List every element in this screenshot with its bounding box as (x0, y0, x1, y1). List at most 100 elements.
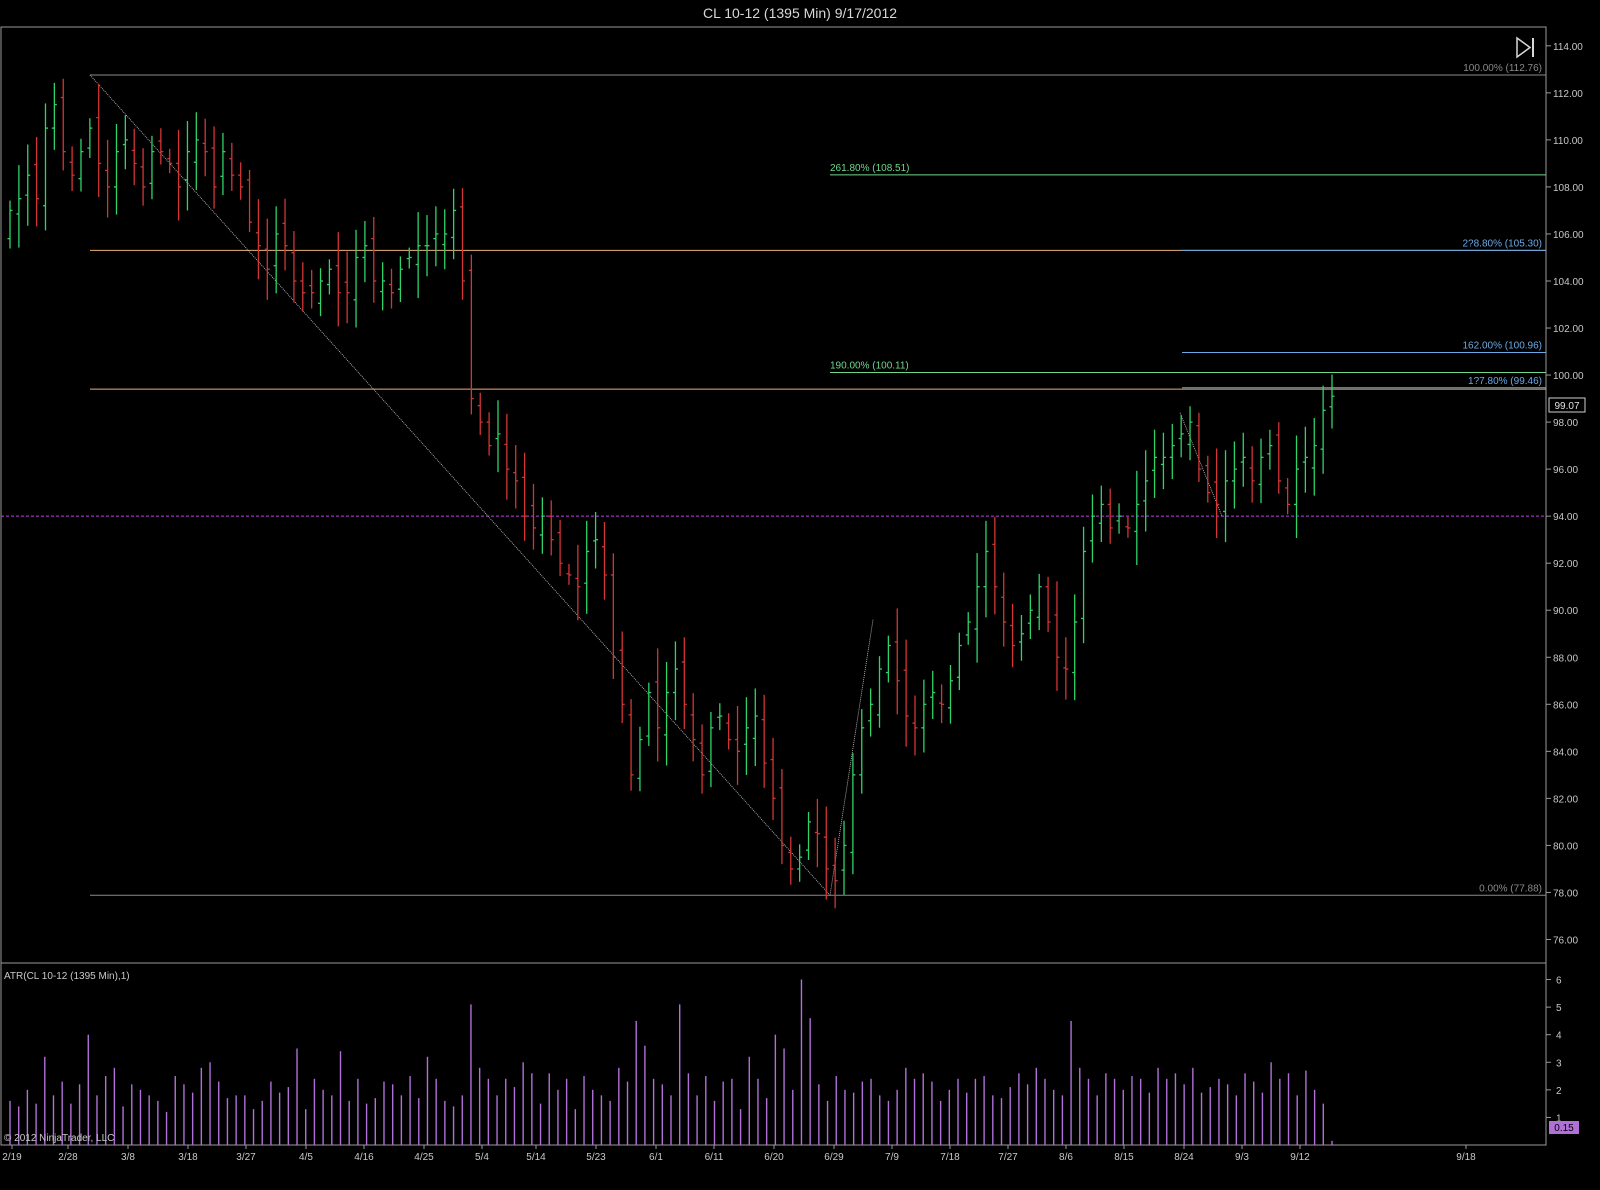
copyright-label: © 2012 NinjaTrader, LLC (4, 1133, 114, 1144)
ohlc-bar (717, 703, 723, 731)
ohlc-bar (947, 664, 953, 724)
price-chart[interactable]: 100.00% (112.76) 261.80% (108.51) 2?8.80% … (0, 0, 1600, 1190)
ohlc-bar (1027, 594, 1033, 639)
ohlc-bar (87, 118, 93, 158)
time-tick-label: 9/12 (1290, 1152, 1310, 1163)
ohlc-bar (566, 563, 572, 585)
ohlc-bar (211, 126, 217, 209)
ohlc-bar (601, 522, 607, 600)
ohlc-bar (1214, 448, 1220, 538)
time-tick-label: 7/9 (885, 1152, 899, 1163)
ohlc-bar (1302, 426, 1308, 493)
ohlc-bar (202, 118, 208, 177)
ohlc-bar (655, 648, 661, 762)
ohlc-bar (743, 697, 749, 775)
ohlc-bar (859, 709, 865, 794)
time-tick-label: 6/1 (649, 1152, 663, 1163)
price-tick-label: 100.00 (1553, 371, 1584, 382)
ohlc-bar (814, 798, 820, 868)
ohlc-bar (264, 218, 270, 300)
atr-axis: 654321 (1546, 976, 1562, 1124)
ohlc-bar (983, 520, 989, 618)
ohlc-bar (1267, 429, 1273, 470)
ohlc-bar (78, 138, 84, 192)
ohlc-bar (619, 631, 625, 724)
ohlc-bar (1249, 446, 1255, 503)
ohlc-bar (362, 221, 368, 283)
price-axis[interactable]: 114.00 112.00 110.00 108.00 106.00 104.00 102.… (1546, 42, 1584, 947)
ohlc-bar (770, 737, 776, 821)
ohlc-bar (158, 128, 164, 165)
ohlc-bar (868, 688, 874, 737)
ohlc-bar (459, 188, 465, 300)
atr-tick-label: 3 (1556, 1058, 1562, 1069)
ohlc-bar (105, 139, 111, 218)
time-axis[interactable]: 2/19 2/28 3/8 3/18 3/27 4/5 4/16 4/25 5/4 5/14 5/2… (2, 1145, 1476, 1163)
ohlc-bar (273, 206, 279, 294)
fib-label: 162.00% (100.96) (1462, 340, 1542, 351)
ohlc-bar (344, 251, 350, 324)
atr-tick-label: 6 (1556, 976, 1562, 987)
ohlc-bar (131, 128, 137, 186)
ohlc-bar (877, 656, 883, 728)
ohlc-bar (806, 812, 812, 860)
ohlc-bar (51, 82, 57, 150)
ohlc-bar (220, 132, 226, 196)
last-price-marker: 99.07 (1548, 397, 1586, 413)
price-tick-label: 84.00 (1553, 747, 1578, 758)
ohlc-bar (184, 121, 190, 211)
last-atr-marker: 0.15 (1549, 1121, 1579, 1134)
ohlc-bar (477, 392, 483, 435)
atr-tick-label: 4 (1556, 1031, 1562, 1042)
fib-label: 261.80% (108.51) (830, 163, 910, 174)
atr-bars (9, 979, 1333, 1145)
ohlc-bar (557, 519, 563, 577)
ohlc-bar (1311, 417, 1317, 496)
ohlc-bar (397, 256, 403, 303)
ohlc-bar (939, 684, 945, 724)
price-tick-label: 106.00 (1553, 230, 1584, 241)
ohlc-bar (513, 445, 519, 509)
time-tick-label: 2/28 (58, 1152, 78, 1163)
time-tick-label: 9/3 (1235, 1152, 1249, 1163)
ohlc-bar (1010, 603, 1016, 668)
price-tick-label: 110.00 (1553, 136, 1583, 147)
ohlc-bar (309, 269, 315, 309)
time-tick-label: 6/29 (824, 1152, 844, 1163)
ohlc-bar (335, 232, 341, 327)
fib-label: 100.00% (112.76) (1463, 63, 1542, 74)
skip-to-end-icon[interactable] (1516, 36, 1534, 59)
ohlc-bar (238, 162, 244, 200)
time-tick-label: 6/11 (705, 1152, 724, 1163)
ohlc-bar (1063, 637, 1069, 700)
ohlc-bar (1001, 572, 1007, 647)
ohlc-bar (530, 483, 536, 550)
ohlc-bar (699, 724, 705, 794)
ohlc-bar (1081, 526, 1087, 644)
ohlc-bars (7, 78, 1335, 909)
ohlc-bar (1205, 455, 1211, 503)
time-tick-label: 3/8 (121, 1152, 135, 1163)
fib-label: 0.00% (77.88) (1479, 883, 1542, 894)
ohlc-bar (229, 142, 235, 191)
price-tick-label: 102.00 (1553, 324, 1584, 335)
ohlc-bar (60, 78, 66, 171)
ohlc-bar (903, 639, 909, 747)
ohlc-bar (930, 670, 936, 719)
ohlc-bar (486, 412, 492, 456)
fib-label: 190.00% (100.11) (830, 360, 909, 371)
ohlc-bar (610, 553, 616, 680)
ohlc-bar (539, 497, 545, 554)
trend-lines (89, 74, 1223, 896)
atr-tick-label: 5 (1556, 1003, 1562, 1014)
ohlc-bar (7, 200, 13, 249)
ohlc-bar (1116, 503, 1122, 534)
ohlc-bar (681, 637, 687, 729)
price-tick-label: 90.00 (1553, 606, 1578, 617)
ohlc-bar (1134, 470, 1140, 566)
ohlc-bar (628, 699, 634, 791)
ohlc-bar (575, 544, 581, 621)
ohlc-bar (956, 632, 962, 691)
ohlc-bar (1098, 485, 1104, 542)
ohlc-bar (637, 726, 643, 792)
